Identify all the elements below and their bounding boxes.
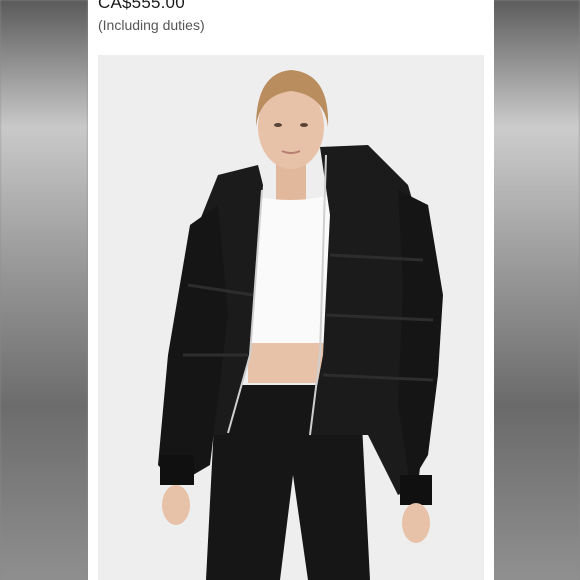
product-page-screen: CA$555.00 (Including duties) [88, 0, 494, 580]
blurred-background-right [492, 0, 580, 580]
product-photo-illustration [98, 55, 484, 580]
duties-note: (Including duties) [98, 17, 205, 33]
product-price: CA$555.00 [98, 0, 185, 12]
product-image[interactable] [98, 55, 484, 580]
blurred-background-left [0, 0, 88, 580]
